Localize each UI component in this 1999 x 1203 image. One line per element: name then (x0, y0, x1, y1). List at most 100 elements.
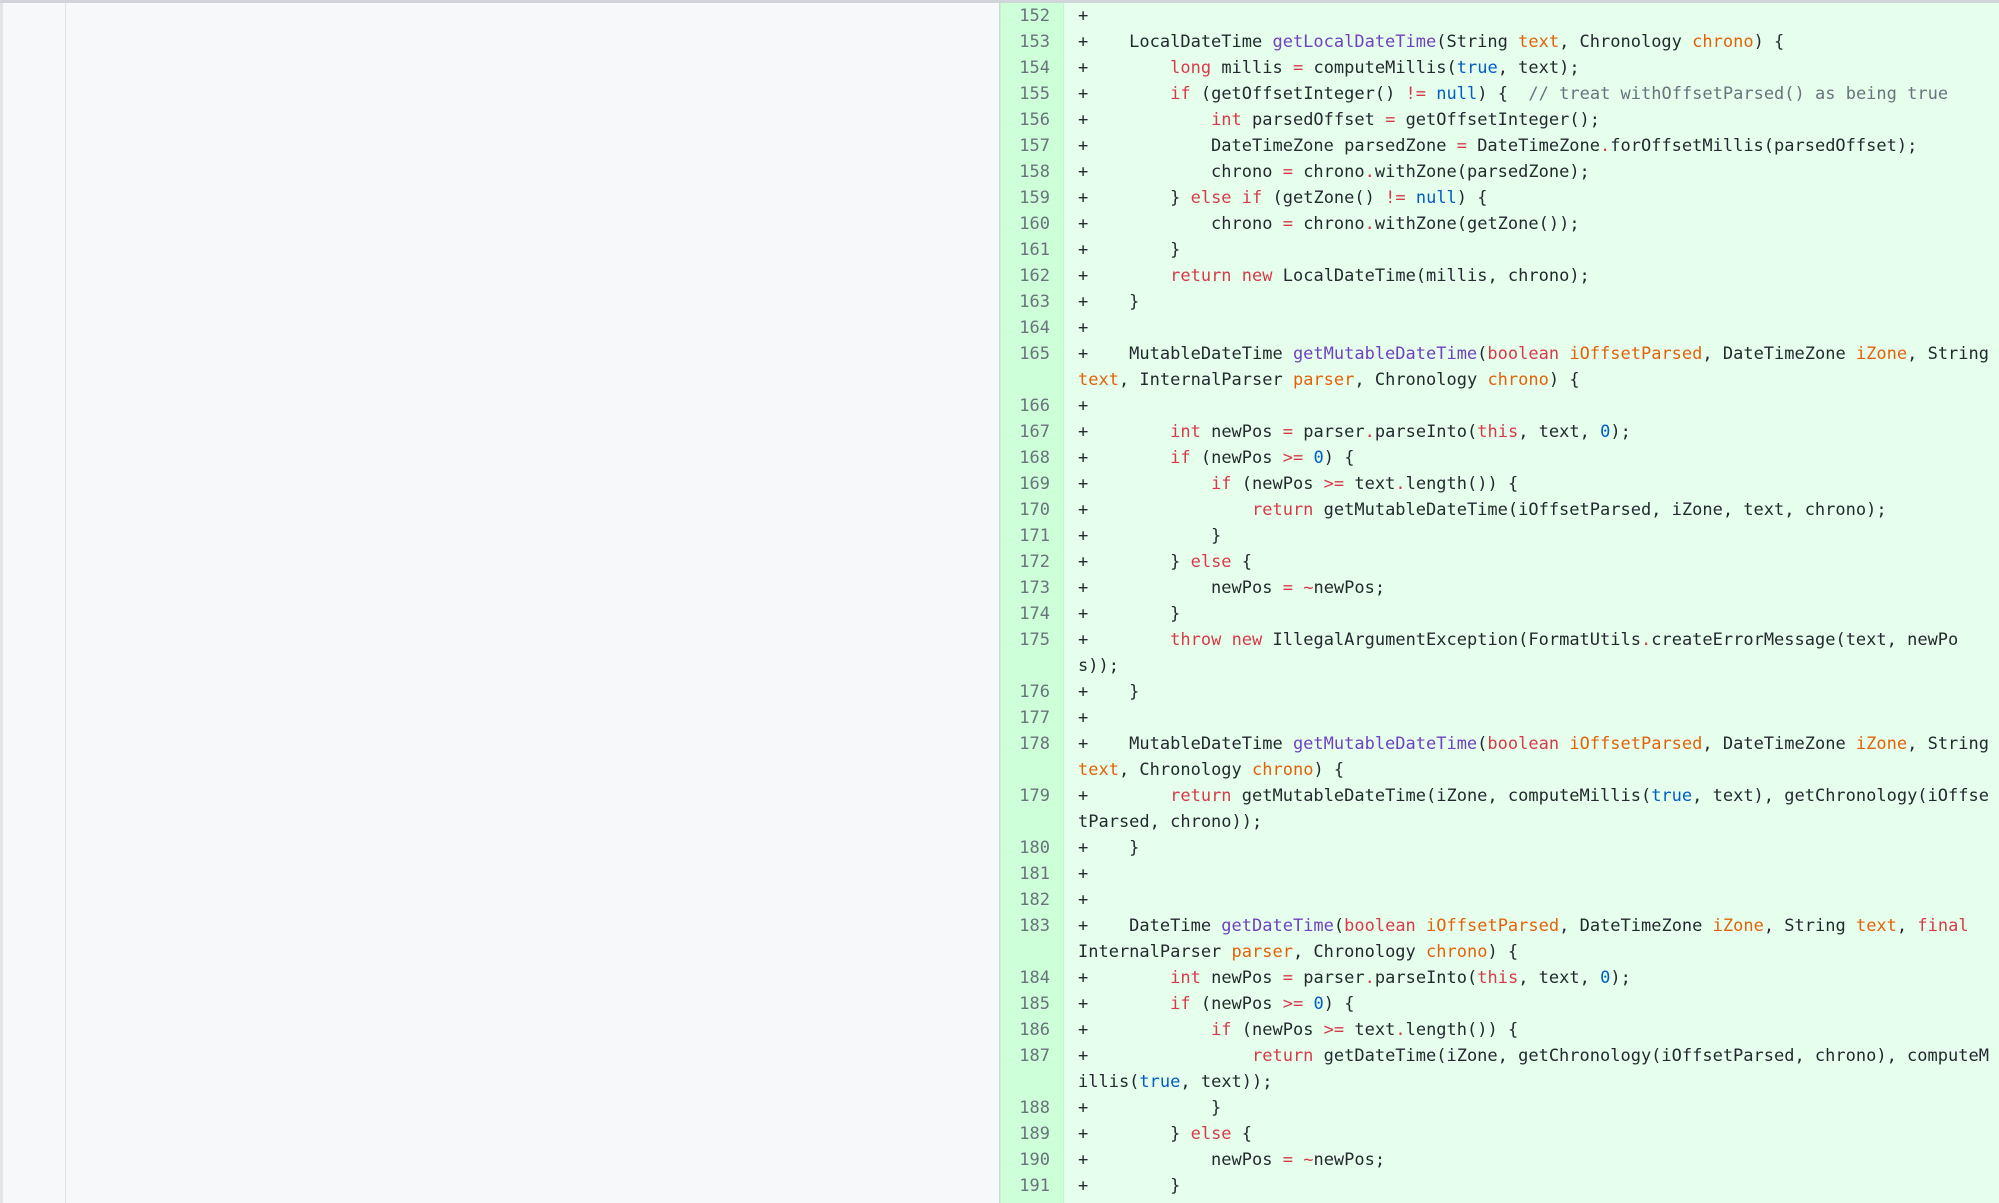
code-token: getLocalDateTime (1272, 32, 1437, 52)
line-number[interactable]: 180 (1000, 835, 1064, 861)
code-line: + if (getOffsetInteger() != null) { // t… (1064, 81, 1999, 107)
code-line: + newPos = ~newPos; (1064, 1147, 1999, 1173)
code-token: + chrono (1078, 214, 1283, 234)
line-number[interactable]: 158 (1000, 159, 1064, 185)
diff-line: 173 + newPos = ~newPos; (1000, 575, 1999, 601)
line-number[interactable]: 189 (1000, 1121, 1064, 1147)
diff-line: 164 + (1000, 315, 1999, 341)
code-token: = (1456, 136, 1467, 156)
diff-line: 183 + DateTime getDateTime(boolean iOffse… (1000, 913, 1999, 965)
code-token: millis (1211, 58, 1293, 78)
line-number[interactable]: 173 (1000, 575, 1064, 601)
code-line: + MutableDateTime getMutableDateTime(boo… (1064, 341, 1999, 393)
line-number[interactable]: 190 (1000, 1147, 1064, 1173)
line-number[interactable]: 161 (1000, 237, 1064, 263)
line-number[interactable]: 163 (1000, 289, 1064, 315)
line-number[interactable]: 186 (1000, 1017, 1064, 1043)
line-number[interactable]: 191 (1000, 1173, 1064, 1199)
code-token: + (1078, 266, 1171, 286)
code-token: + MutableDateTime (1078, 734, 1293, 754)
line-number[interactable]: 179 (1000, 783, 1064, 809)
code-line: + long millis = computeMillis(true, text… (1064, 55, 1999, 81)
line-number[interactable]: 160 (1000, 211, 1064, 237)
diff-line: 181 + (1000, 861, 1999, 887)
code-token: + newPos (1078, 578, 1283, 598)
code-token: != (1385, 188, 1406, 208)
code-line: + DateTime getDateTime(boolean iOffsetPa… (1064, 913, 1999, 965)
code-token: getDateTime (1221, 916, 1334, 936)
line-number[interactable]: 178 (1000, 731, 1064, 757)
line-number[interactable]: 176 (1000, 679, 1064, 705)
diff-line: 190 + newPos = ~newPos; (1000, 1147, 1999, 1173)
diff-line: 152 + (1000, 3, 1999, 29)
diff-line: 155 + if (getOffsetInteger() != null) { /… (1000, 81, 1999, 107)
line-number[interactable]: 164 (1000, 315, 1064, 341)
code-token: + } (1078, 240, 1181, 260)
code-token: length()) { (1405, 1020, 1519, 1040)
diff-left-pane-empty (0, 3, 1000, 1203)
code-token: ) { (1487, 942, 1519, 962)
code-token: parser (1231, 942, 1293, 962)
diff-line: 169 + if (newPos >= text.length()) { (1000, 471, 1999, 497)
code-token: chrono (1292, 162, 1365, 182)
code-token: long (1170, 58, 1212, 78)
line-number[interactable]: 155 (1000, 81, 1064, 107)
code-token: + } (1078, 1124, 1191, 1144)
line-number[interactable]: 165 (1000, 341, 1064, 367)
diff-line: 162 + return new LocalDateTime(millis, ch… (1000, 263, 1999, 289)
code-token: , text, (1518, 968, 1601, 988)
line-number[interactable]: 157 (1000, 133, 1064, 159)
code-token: IllegalArgumentException(FormatUtils (1262, 630, 1641, 650)
diff-line: 180 + } (1000, 835, 1999, 861)
code-token: . (1640, 630, 1652, 650)
line-number[interactable]: 177 (1000, 705, 1064, 731)
code-token: iZone (1712, 916, 1764, 936)
diff-line: 182 + (1000, 887, 1999, 913)
line-number[interactable]: 183 (1000, 913, 1064, 939)
line-number[interactable]: 152 (1000, 3, 1064, 29)
code-token: + (1078, 864, 1089, 884)
line-number[interactable]: 159 (1000, 185, 1064, 211)
code-line: + if (newPos >= 0) { (1064, 445, 1999, 471)
code-token: != (1405, 84, 1427, 104)
line-number[interactable]: 168 (1000, 445, 1064, 471)
line-number[interactable]: 156 (1000, 107, 1064, 133)
line-number[interactable]: 162 (1000, 263, 1064, 289)
line-number[interactable]: 181 (1000, 861, 1064, 887)
code-token: if (1241, 188, 1263, 208)
line-number[interactable]: 184 (1000, 965, 1064, 991)
line-number[interactable]: 153 (1000, 29, 1064, 55)
code-token: + (1078, 58, 1171, 78)
code-token: text (1344, 1020, 1396, 1040)
code-token: ) { (1477, 84, 1529, 104)
line-number[interactable]: 154 (1000, 55, 1064, 81)
line-number[interactable]: 166 (1000, 393, 1064, 419)
line-number[interactable]: 167 (1000, 419, 1064, 445)
line-number[interactable]: 182 (1000, 887, 1064, 913)
line-number[interactable]: 174 (1000, 601, 1064, 627)
code-token: 0 (1600, 968, 1611, 988)
code-line: + newPos = ~newPos; (1064, 575, 1999, 601)
line-number[interactable]: 185 (1000, 991, 1064, 1017)
line-number[interactable]: 172 (1000, 549, 1064, 575)
code-line: + (1064, 393, 1999, 419)
line-number[interactable]: 175 (1000, 627, 1064, 653)
code-token: int (1170, 422, 1201, 442)
code-token: ) { (1548, 370, 1580, 390)
line-number[interactable]: 170 (1000, 497, 1064, 523)
line-number[interactable]: 171 (1000, 523, 1064, 549)
code-line: + return new LocalDateTime(millis, chron… (1064, 263, 1999, 289)
line-number[interactable]: 169 (1000, 471, 1064, 497)
code-token: = (1282, 162, 1293, 182)
code-token: newPos (1200, 422, 1283, 442)
line-number[interactable]: 187 (1000, 1043, 1064, 1069)
line-number[interactable]: 188 (1000, 1095, 1064, 1121)
code-token: new (1231, 630, 1263, 650)
code-token: + (1078, 1020, 1212, 1040)
diff-right-pane-added: 152 +153 + LocalDateTime getLocalDateTime(… (1000, 3, 1999, 1203)
